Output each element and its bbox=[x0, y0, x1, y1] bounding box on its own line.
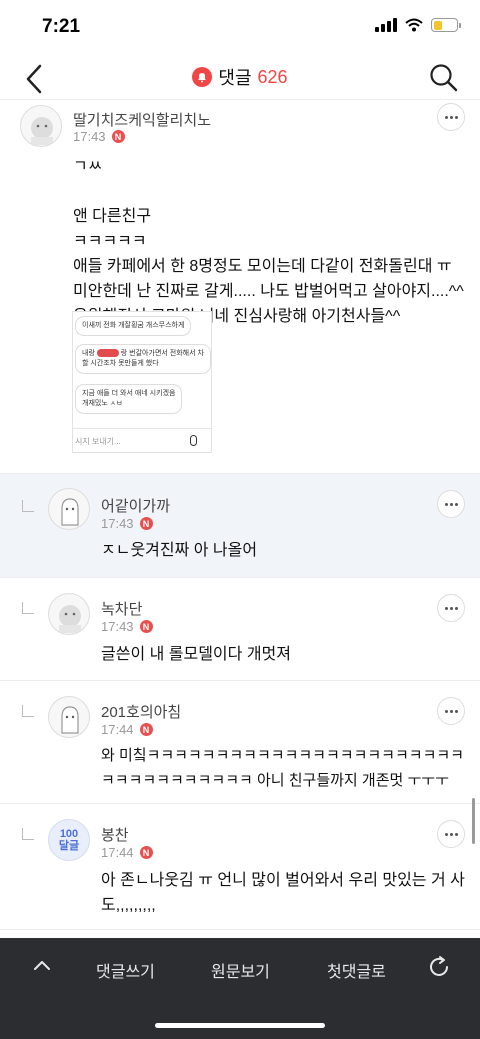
more-options-button[interactable] bbox=[437, 820, 465, 848]
search-icon bbox=[430, 64, 458, 92]
comment-username[interactable]: 녹차단 bbox=[101, 598, 142, 619]
chat-bubble: 지금 애들 더 와서 애네 시키겠음 개재밌노 ㅅㅂ bbox=[75, 384, 183, 414]
comment-meta: 17:43 N bbox=[101, 619, 153, 634]
comment-username[interactable]: 딸기치즈케익할리치노 bbox=[73, 109, 211, 130]
comment-time: 17:43 bbox=[101, 516, 134, 531]
refresh-icon bbox=[430, 956, 448, 976]
comment-text: ㄱㅆ 앤 다른친구 ㅋㅋㅋㅋㅋ 애들 카페에서 한 8명정도 모이는데 다같이 … bbox=[73, 158, 464, 325]
new-badge: N bbox=[139, 723, 153, 736]
status-time: 7:21 bbox=[42, 16, 81, 37]
comment-meta: 17:43 N bbox=[73, 129, 125, 144]
comment-meta: 17:44 N bbox=[101, 722, 153, 737]
avatar[interactable] bbox=[48, 696, 90, 738]
more-options-button[interactable] bbox=[437, 594, 465, 622]
comment-username[interactable]: 봉찬 bbox=[101, 824, 129, 845]
comment-meta: 17:44 N bbox=[101, 845, 153, 860]
reply-item: 100 달글 봉찬 17:44 N 아 존ㄴ나웃김 ㅠ 언니 많이 벌어와서 우… bbox=[0, 804, 480, 930]
comment-text: ㅈㄴ웃겨진짜 아 나올어 bbox=[101, 542, 258, 559]
battery-icon bbox=[431, 18, 461, 32]
page-title: 댓글 626 bbox=[0, 64, 480, 90]
comment-text: 아 존ㄴ나웃김 ㅠ 언니 많이 벌어와서 우리 맛있는 거 사 도,,,,,,,… bbox=[101, 872, 465, 914]
avatar[interactable] bbox=[48, 593, 90, 635]
comment-time: 17:43 bbox=[101, 619, 134, 634]
comment-username[interactable]: 201호의아침 bbox=[101, 701, 181, 722]
avatar[interactable] bbox=[48, 488, 90, 530]
new-badge: N bbox=[139, 517, 153, 530]
reply-indicator-icon bbox=[22, 828, 34, 840]
scroll-top-button[interactable] bbox=[32, 956, 52, 976]
comments-header: 댓글 626 bbox=[0, 56, 480, 100]
comment-text: 와 미칰ㅋㅋㅋㅋㅋㅋㅋㅋㅋㅋㅋㅋㅋㅋㅋㅋㅋㅋㅋㅋㅋㅋㅋ ㅋㅋㅋㅋㅋㅋㅋㅋㅋㅋㅋ … bbox=[101, 747, 464, 789]
write-comment-button[interactable]: 댓글쓰기 bbox=[96, 958, 155, 982]
status-bar: 7:21 bbox=[0, 0, 480, 56]
bottom-toolbar: 댓글쓰기 원문보기 첫댓글로 bbox=[0, 938, 480, 1039]
reply-indicator-icon bbox=[22, 602, 34, 614]
search-button[interactable] bbox=[428, 62, 460, 94]
avatar[interactable] bbox=[20, 105, 62, 147]
new-badge: N bbox=[111, 130, 125, 143]
more-options-button[interactable] bbox=[437, 490, 465, 518]
attached-image[interactable]: 이새끼 전화 개잘횡굼 개스무스하게 내랑 랑 번갈아가면서 전화해서 차 할 … bbox=[72, 311, 212, 453]
comment-username[interactable]: 어같이가까 bbox=[101, 495, 170, 516]
new-badge: N bbox=[139, 846, 153, 859]
chevron-up-icon bbox=[34, 961, 50, 970]
home-indicator[interactable] bbox=[155, 1023, 325, 1028]
scrollbar[interactable] bbox=[472, 798, 475, 844]
view-original-button[interactable]: 원문보기 bbox=[211, 958, 270, 982]
chat-input-bar: 시지 보내기... bbox=[73, 428, 211, 452]
comment-time: 17:44 bbox=[101, 722, 134, 737]
reply-item: 201호의아침 17:44 N 와 미칰ㅋㅋㅋㅋㅋㅋㅋㅋㅋㅋㅋㅋㅋㅋㅋㅋㅋㅋㅋㅋ… bbox=[0, 681, 480, 804]
more-options-button[interactable] bbox=[437, 103, 465, 131]
reply-item: 어같이가까 17:43 N ㅈㄴ웃겨진짜 아 나올어 bbox=[0, 474, 480, 578]
wifi-icon bbox=[405, 18, 423, 32]
reply-item: 녹차단 17:43 N 글쓴이 내 롤모델이다 개멋져 bbox=[0, 578, 480, 681]
avatar[interactable]: 100 달글 bbox=[48, 819, 90, 861]
new-badge: N bbox=[139, 620, 153, 633]
refresh-button[interactable] bbox=[426, 954, 452, 980]
bell-icon bbox=[192, 67, 213, 87]
signal-icon bbox=[375, 18, 397, 32]
title-label: 댓글 bbox=[218, 68, 252, 88]
chat-bubble: 내랑 랑 번갈아가면서 전화해서 차 할 시간조차 못만들게 했다 bbox=[75, 344, 211, 374]
comment-count: 626 bbox=[257, 66, 288, 87]
comment-time: 17:44 bbox=[101, 845, 134, 860]
reply-indicator-icon bbox=[22, 500, 34, 512]
comment-item: 딸기치즈케익할리치노 17:43 N ㄱㅆ 앤 다른친구 ㅋㅋㅋㅋㅋ 애들 카페… bbox=[0, 101, 480, 474]
chat-bubble: 이새끼 전화 개잘횡굼 개스무스하게 bbox=[75, 316, 192, 336]
first-comment-button[interactable]: 첫댓글로 bbox=[327, 958, 386, 982]
microphone-icon bbox=[190, 435, 197, 446]
more-options-button[interactable] bbox=[437, 697, 465, 725]
status-icons bbox=[375, 18, 461, 32]
comment-meta: 17:43 N bbox=[101, 516, 153, 531]
comment-time: 17:43 bbox=[73, 129, 106, 144]
comment-text: 글쓴이 내 롤모델이다 개멋져 bbox=[101, 646, 291, 663]
reply-indicator-icon bbox=[22, 705, 34, 717]
